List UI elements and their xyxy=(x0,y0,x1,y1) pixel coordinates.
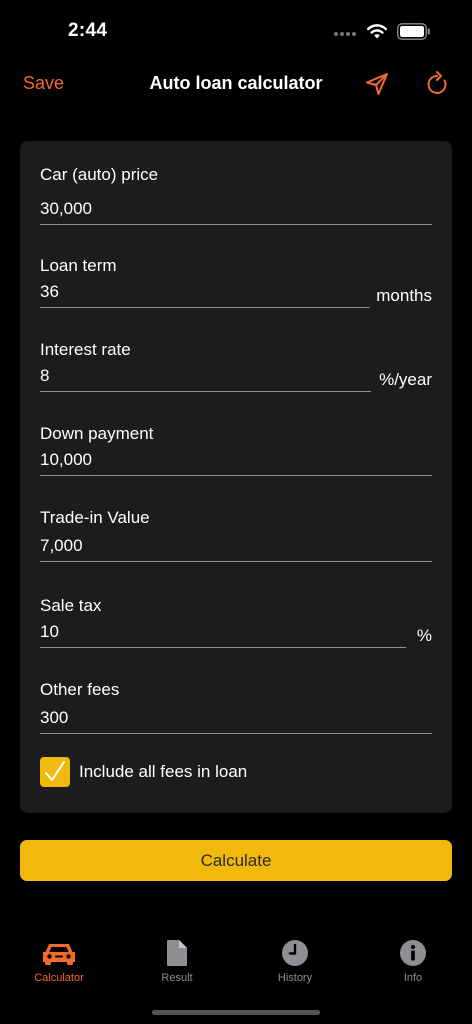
other-fees-label: Other fees xyxy=(40,680,120,699)
tab-result-label: Result xyxy=(161,972,193,984)
status-bar: 2:44 xyxy=(0,0,472,64)
loan-form-card: Car (auto) price Loan term months Intere… xyxy=(20,141,452,813)
car-price-label: Car (auto) price xyxy=(40,165,159,184)
cellular-signal-icon xyxy=(334,32,356,36)
loan-term-unit: months xyxy=(376,286,432,305)
loan-term-label: Loan term xyxy=(40,256,117,275)
include-fees-option[interactable]: Include all fees in loan xyxy=(40,757,247,787)
interest-rate-unit: %/year xyxy=(379,370,432,389)
wifi-icon xyxy=(367,24,387,39)
navigation-bar: Save Auto loan calculator xyxy=(0,64,472,104)
include-fees-checkbox[interactable] xyxy=(40,757,70,787)
interest-rate-label: Interest rate xyxy=(40,340,131,359)
document-icon xyxy=(167,940,187,966)
loan-term-field: Loan term months xyxy=(40,256,432,308)
car-price-input[interactable] xyxy=(40,193,432,225)
car-price-field: Car (auto) price xyxy=(40,165,432,225)
include-fees-label: Include all fees in loan xyxy=(79,762,248,781)
checkmark-icon xyxy=(45,761,65,781)
tab-history[interactable]: History xyxy=(236,938,354,984)
status-time: 2:44 xyxy=(68,20,108,41)
send-icon[interactable] xyxy=(364,71,390,97)
down-payment-label: Down payment xyxy=(40,424,154,443)
save-button[interactable]: Save xyxy=(23,73,64,94)
sale-tax-input[interactable] xyxy=(40,616,406,648)
tab-info-label: Info xyxy=(403,972,423,984)
down-payment-field: Down payment xyxy=(40,424,432,476)
interest-rate-input[interactable] xyxy=(40,360,372,392)
down-payment-input[interactable] xyxy=(40,444,432,476)
clock-icon xyxy=(282,940,308,966)
trade-in-input[interactable] xyxy=(40,530,432,562)
sale-tax-unit: % xyxy=(416,626,432,645)
trade-in-field: Trade-in Value xyxy=(40,508,432,562)
sale-tax-label: Sale tax xyxy=(40,596,102,615)
tab-info[interactable]: Info xyxy=(354,938,472,984)
page-title: Auto loan calculator xyxy=(149,73,323,93)
home-indicator[interactable] xyxy=(152,1010,320,1015)
trade-in-label: Trade-in Value xyxy=(40,508,150,527)
other-fees-input[interactable] xyxy=(40,702,432,734)
tab-bar: Calculator Result History Info xyxy=(0,930,472,994)
battery-icon xyxy=(397,23,430,40)
car-icon xyxy=(43,944,75,965)
other-fees-field: Other fees xyxy=(40,680,432,734)
tab-result[interactable]: Result xyxy=(118,938,236,984)
tab-calculator-label: Calculator xyxy=(34,972,84,984)
refresh-icon[interactable] xyxy=(424,70,450,98)
loan-term-input[interactable] xyxy=(40,276,371,308)
info-icon xyxy=(400,940,426,966)
calculate-button[interactable]: Calculate xyxy=(20,840,452,881)
tab-history-label: History xyxy=(277,972,313,984)
sale-tax-field: Sale tax % xyxy=(40,596,432,648)
interest-rate-field: Interest rate %/year xyxy=(40,340,432,392)
tab-calculator[interactable]: Calculator xyxy=(0,938,118,984)
